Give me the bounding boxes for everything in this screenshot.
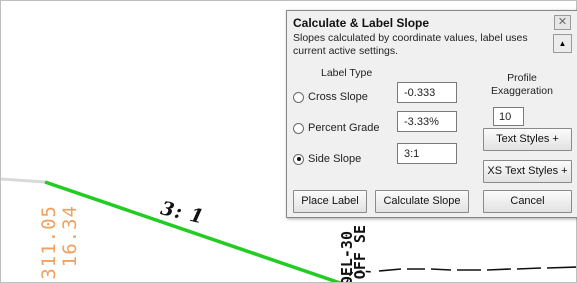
percent-grade-field[interactable]: [397, 111, 457, 132]
text-styles-button[interactable]: Text Styles +: [483, 128, 572, 151]
collapse-arrow-icon[interactable]: ▲: [553, 34, 572, 53]
calculate-label-slope-dialog: Calculate & Label Slope ✕ Slopes calcula…: [286, 10, 577, 218]
label-type-heading: Label Type: [321, 67, 373, 79]
xs-text-styles-button[interactable]: XS Text Styles +: [483, 160, 572, 183]
dashed-ground-line: [378, 266, 576, 272]
profile-exaggeration-field[interactable]: [493, 107, 524, 126]
profile-exaggeration-label: Profile Exaggeration: [491, 72, 553, 97]
side-text-b: OFF SE: [351, 225, 369, 280]
radio-percent-grade[interactable]: Percent Grade: [293, 120, 380, 136]
station-text-a: 311.05: [38, 205, 60, 280]
radio-selected-icon[interactable]: [293, 153, 304, 165]
close-icon[interactable]: ✕: [554, 15, 571, 30]
cross-slope-field[interactable]: [397, 82, 457, 103]
radio-side-slope[interactable]: Side Slope: [293, 151, 361, 167]
radio-label-percent-grade: Percent Grade: [308, 122, 380, 134]
side-slope-field[interactable]: [397, 143, 457, 164]
cancel-button[interactable]: Cancel: [483, 190, 572, 213]
radio-circle-icon[interactable]: [293, 91, 304, 103]
dialog-description: Slopes calculated by coordinate values, …: [293, 32, 528, 57]
radio-cross-slope[interactable]: Cross Slope: [293, 89, 368, 105]
radio-circle-icon[interactable]: [293, 122, 304, 134]
gray-line-segment: [1, 177, 46, 184]
radio-label-cross-slope: Cross Slope: [308, 91, 368, 103]
place-label-button[interactable]: Place Label: [293, 190, 367, 213]
dialog-title: Calculate & Label Slope: [293, 16, 430, 30]
calculate-slope-button[interactable]: Calculate Slope: [375, 190, 469, 213]
radio-label-side-slope: Side Slope: [308, 153, 362, 165]
station-text-b: 16.34: [59, 205, 81, 268]
